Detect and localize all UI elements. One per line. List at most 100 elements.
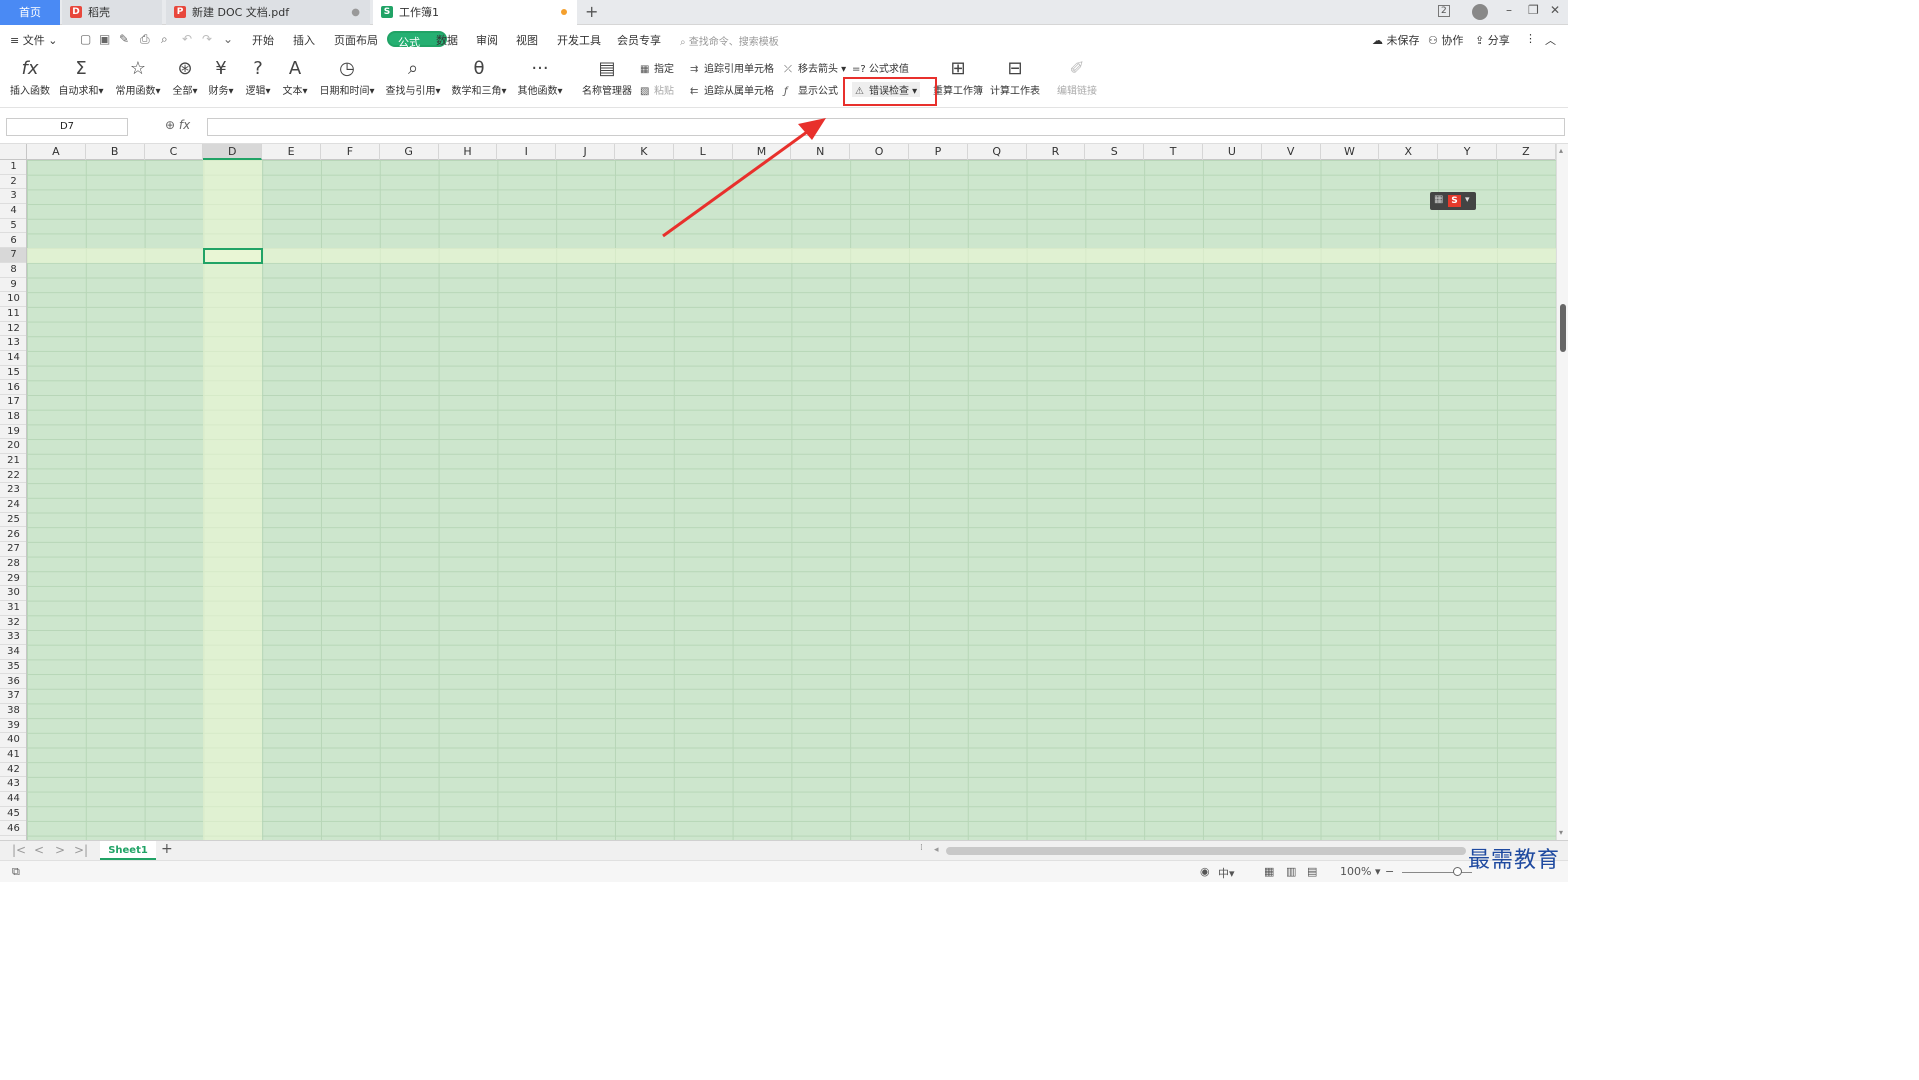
column-header-x[interactable]: X [1379,144,1439,160]
row-header-20[interactable]: 20 [0,439,26,454]
row-header-4[interactable]: 4 [0,204,26,219]
row-header-42[interactable]: 42 [0,763,26,778]
page-layout-view-icon[interactable]: ▥ [1286,865,1296,878]
column-header-y[interactable]: Y [1438,144,1497,160]
row-header-15[interactable]: 15 [0,366,26,381]
split-handle-icon[interactable]: ⁞ [920,843,923,853]
row-header-22[interactable]: 22 [0,469,26,484]
math-trig-button[interactable]: θ 数学和三角▾ [450,56,508,97]
customize-qa-icon[interactable]: ⌄ [223,32,233,46]
normal-view-icon[interactable]: ▦ [1264,865,1274,878]
first-sheet-icon[interactable]: |< [12,843,26,857]
all-functions-button[interactable]: ⊛ 全部▾ [170,56,200,97]
row-header-7[interactable]: 7 [0,248,26,263]
sheet-tab-sheet1[interactable]: Sheet1 [100,841,156,860]
menu-developer[interactable]: 开发工具 [557,32,601,48]
trace-dependents-button[interactable]: ⇇ 追踪从属单元格 [690,82,774,97]
row-header-21[interactable]: 21 [0,454,26,469]
text-functions-button[interactable]: A 文本▾ [280,56,310,97]
column-header-r[interactable]: R [1027,144,1086,160]
column-header-b[interactable]: B [86,144,145,160]
macro-icon[interactable]: ⧉ [12,865,20,879]
show-formulas-button[interactable]: ƒ 显示公式 [784,82,838,97]
common-functions-button[interactable]: ☆ 常用函数▾ [113,56,163,97]
menu-review[interactable]: 审阅 [476,32,498,48]
select-all-corner[interactable] [0,144,27,160]
file-menu[interactable]: ≡ 文件 ⌄ [10,32,57,48]
close-window-icon[interactable]: ✕ [1550,3,1560,17]
row-header-25[interactable]: 25 [0,513,26,528]
row-header-12[interactable]: 12 [0,322,26,337]
command-search[interactable]: ⌕ 查找命令、搜索模板 [680,33,779,48]
row-header-34[interactable]: 34 [0,645,26,660]
vertical-scrollbar[interactable]: ▴ ▾ [1556,144,1568,840]
share-button[interactable]: ⇪ 分享 [1475,32,1510,48]
row-header-1[interactable]: 1 [0,160,26,175]
row-header-18[interactable]: 18 [0,410,26,425]
row-header-3[interactable]: 3 [0,189,26,205]
column-header-k[interactable]: K [615,144,674,160]
column-header-v[interactable]: V [1262,144,1321,160]
horizontal-scrollbar[interactable] [946,847,1466,855]
row-header-26[interactable]: 26 [0,528,26,543]
column-header-p[interactable]: P [909,144,968,160]
row-header-46[interactable]: 46 [0,822,26,837]
row-header-6[interactable]: 6 [0,234,26,249]
row-header-37[interactable]: 37 [0,689,26,704]
print-preview-icon[interactable]: ⌕ [161,32,168,47]
row-header-40[interactable]: 40 [0,733,26,748]
column-header-h[interactable]: H [439,144,498,160]
column-header-n[interactable]: N [791,144,851,160]
row-header-41[interactable]: 41 [0,748,26,763]
scroll-left-icon[interactable]: ◂ [934,845,939,855]
column-header-u[interactable]: U [1203,144,1262,160]
last-sheet-icon[interactable]: >| [74,843,88,857]
row-header-11[interactable]: 11 [0,307,26,322]
column-header-t[interactable]: T [1144,144,1203,160]
remove-arrows-button[interactable]: ⤫ 移去箭头 ▾ [784,60,846,75]
close-icon[interactable]: ● [351,0,360,25]
assign-name-button[interactable]: ▦ 指定 [640,60,674,75]
fx-label[interactable]: fx [179,118,190,132]
row-header-33[interactable]: 33 [0,630,26,646]
menu-data[interactable]: 数据 [436,32,458,48]
page-break-view-icon[interactable]: ▤ [1307,865,1317,878]
evaluate-formula-button[interactable]: =? 公式求值 [852,60,909,75]
row-header-28[interactable]: 28 [0,557,26,572]
column-header-a[interactable]: A [27,144,86,160]
minimize-icon[interactable]: – [1506,3,1512,17]
column-header-g[interactable]: G [380,144,439,160]
row-header-14[interactable]: 14 [0,351,26,366]
row-header-35[interactable]: 35 [0,660,26,675]
row-header-19[interactable]: 19 [0,425,26,440]
trace-precedents-button[interactable]: ⇉ 追踪引用单元格 [690,60,774,75]
column-header-e[interactable]: E [262,144,321,160]
unsaved-button[interactable]: ☁ 未保存 [1372,32,1420,48]
column-header-j[interactable]: J [556,144,615,160]
financial-button[interactable]: ¥ 财务▾ [206,56,236,97]
save-icon[interactable]: ▣ [99,32,110,46]
column-header-w[interactable]: W [1321,144,1380,160]
formula-input[interactable] [207,118,1565,136]
column-header-z[interactable]: Z [1497,144,1556,160]
redo-icon[interactable]: ↷ [202,32,212,46]
row-header-5[interactable]: 5 [0,219,26,234]
add-tab-button[interactable]: + [585,2,598,21]
name-box[interactable]: D7 [6,118,128,136]
eye-protection-icon[interactable]: ◉ [1200,865,1210,878]
autosum-button[interactable]: Σ 自动求和▾ [57,56,105,97]
name-manager-button[interactable]: ▤ 名称管理器 [581,56,633,97]
scroll-up-icon[interactable]: ▴ [1559,146,1563,155]
input-method-icon[interactable]: 中▾ [1218,865,1235,881]
row-header-39[interactable]: 39 [0,719,26,734]
floating-toolbar[interactable]: ▦ S ▾ [1430,192,1476,210]
column-header-l[interactable]: L [674,144,733,160]
row-header-29[interactable]: 29 [0,572,26,587]
tab-daoke[interactable]: D 稻壳 [62,0,162,25]
column-header-o[interactable]: O [850,144,909,160]
column-header-q[interactable]: Q [968,144,1027,160]
chevron-down-icon[interactable]: ▾ [1465,195,1470,205]
recalc-workbook-button[interactable]: ⊞ 重算工作簿 [932,56,984,97]
row-header-36[interactable]: 36 [0,675,26,690]
row-header-8[interactable]: 8 [0,263,26,278]
